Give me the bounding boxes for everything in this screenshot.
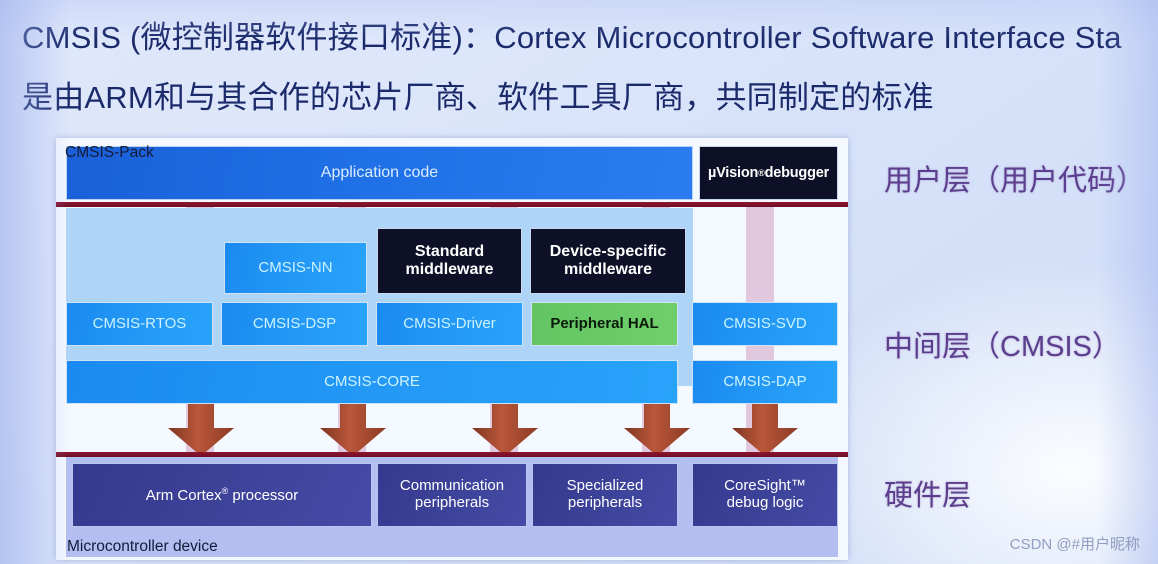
box-cmsis-core[interactable]: CMSIS-CORE bbox=[66, 360, 678, 404]
box-label-line2: peripherals bbox=[414, 494, 490, 511]
application-code-box[interactable]: Application code bbox=[66, 146, 693, 200]
box-label-line1: Standard bbox=[414, 243, 485, 261]
box-label-line1: Device-specific bbox=[549, 243, 667, 261]
header-line-2: 是由ARM和与其合作的芯片厂商、软件工具厂商，共同制定的标准 bbox=[22, 80, 934, 115]
flow-arrow-icon bbox=[320, 404, 386, 456]
flow-arrow-icon bbox=[168, 404, 234, 456]
cmsis-pack-label: CMSIS-Pack bbox=[65, 144, 154, 161]
box-peripheral-hal[interactable]: Peripheral HAL bbox=[531, 302, 678, 346]
slide-root: CMSIS (微控制器软件接口标准)：Cortex Microcontrolle… bbox=[0, 0, 1158, 564]
application-row: Application code µVision ® debugger bbox=[66, 146, 838, 200]
flow-arrow-icon bbox=[472, 404, 538, 456]
box-label: Peripheral HAL bbox=[550, 314, 659, 332]
box-label-line2: middleware bbox=[563, 261, 653, 278]
box-label-line2: peripherals bbox=[567, 494, 643, 511]
divider-middle-hardware bbox=[56, 452, 848, 457]
box-device-specific-middleware[interactable]: Device-specific middleware bbox=[530, 228, 686, 294]
box-label-line2: debug logic bbox=[726, 494, 804, 511]
flow-arrow-icon bbox=[624, 404, 690, 456]
microcontroller-device-label: Microcontroller device bbox=[67, 538, 218, 555]
uvision-label-suffix: debugger bbox=[764, 165, 830, 181]
box-standard-middleware[interactable]: Standard middleware bbox=[377, 228, 522, 294]
box-label: Arm Cortex® processor bbox=[145, 485, 299, 504]
annotation-middle-layer: 中间层（CMSIS） bbox=[884, 331, 1121, 363]
csdn-watermark: CSDN @#用户昵称 bbox=[1009, 536, 1140, 553]
box-label: CMSIS-DSP bbox=[252, 314, 337, 332]
annotation-user-layer: 用户层（用户代码） bbox=[884, 165, 1146, 197]
flow-arrow-icon bbox=[732, 404, 798, 456]
box-cmsis-svd[interactable]: CMSIS-SVD bbox=[692, 302, 838, 346]
header-line-1: CMSIS (微控制器软件接口标准)：Cortex Microcontrolle… bbox=[22, 20, 1122, 55]
box-label-line2: middleware bbox=[405, 261, 494, 278]
uvision-debugger-box[interactable]: µVision ® debugger bbox=[699, 146, 838, 200]
uvision-label: µVision bbox=[707, 165, 759, 181]
application-code-label: Application code bbox=[320, 164, 439, 181]
box-label: CMSIS-DAP bbox=[723, 372, 807, 390]
box-label: CMSIS-Driver bbox=[403, 314, 496, 332]
box-cmsis-dap[interactable]: CMSIS-DAP bbox=[692, 360, 838, 404]
box-specialized-peripherals[interactable]: Specialized peripherals bbox=[532, 463, 678, 527]
box-label-line1: Specialized bbox=[566, 477, 644, 495]
box-cmsis-driver[interactable]: CMSIS-Driver bbox=[376, 302, 523, 346]
annotation-hardware-layer: 硬件层 bbox=[884, 480, 972, 512]
box-label-line1: Communication bbox=[399, 477, 505, 495]
box-label: CMSIS-NN bbox=[258, 258, 333, 276]
box-arm-cortex-processor[interactable]: Arm Cortex® processor bbox=[72, 463, 372, 527]
box-communication-peripherals[interactable]: Communication peripherals bbox=[377, 463, 527, 527]
divider-user-middle bbox=[56, 202, 848, 207]
box-coresight-debug-logic[interactable]: CoreSight™ debug logic bbox=[692, 463, 838, 527]
box-cmsis-rtos[interactable]: CMSIS-RTOS bbox=[66, 302, 213, 346]
box-label: CMSIS-RTOS bbox=[92, 314, 187, 332]
box-label: CMSIS-CORE bbox=[324, 372, 420, 390]
box-cmsis-dsp[interactable]: CMSIS-DSP bbox=[221, 302, 368, 346]
box-label-line1: CoreSight™ bbox=[724, 477, 806, 495]
cmsis-architecture-diagram: Application code µVision ® debugger CMSIS… bbox=[56, 138, 848, 560]
box-label: CMSIS-SVD bbox=[723, 314, 807, 332]
box-cmsis-nn[interactable]: CMSIS-NN bbox=[224, 242, 367, 294]
